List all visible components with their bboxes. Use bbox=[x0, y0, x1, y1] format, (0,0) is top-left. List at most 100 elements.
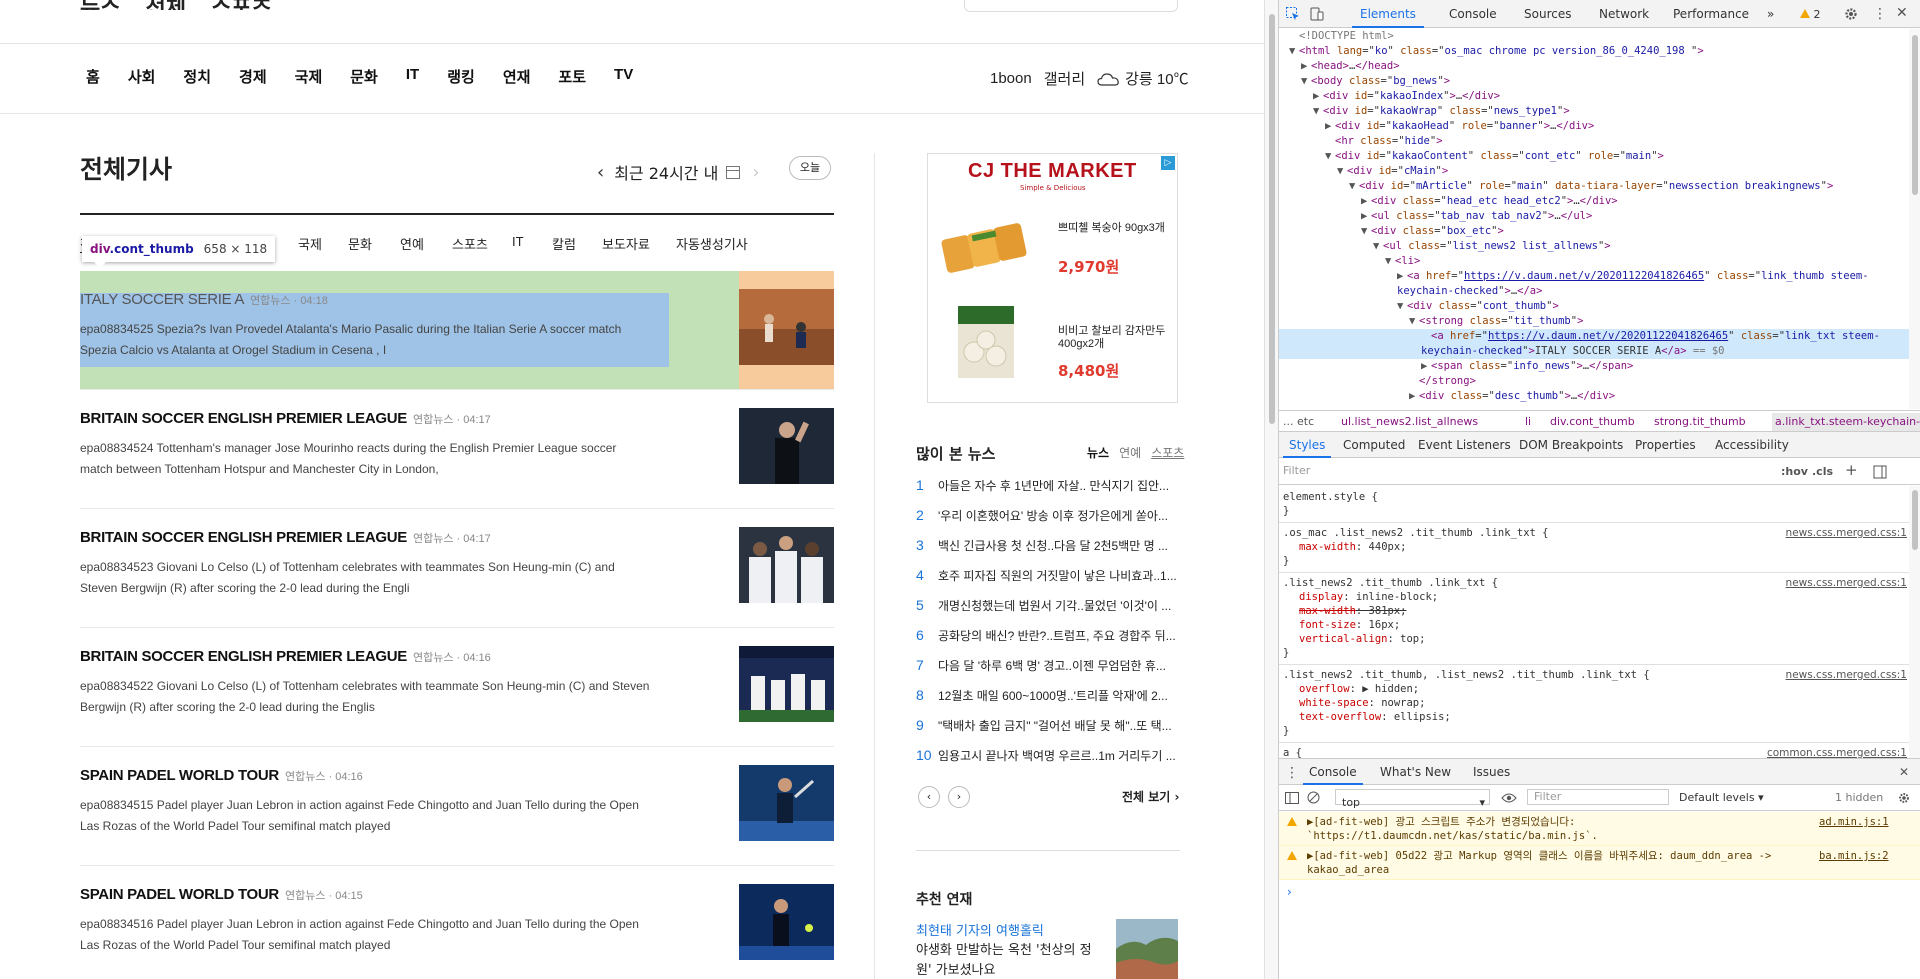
css-property[interactable]: text-overflow: ellipsis; bbox=[1283, 710, 1907, 724]
article-title[interactable]: BRITAIN SOCCER ENGLISH PREMIER LEAGUE bbox=[80, 410, 407, 427]
tab-event-listeners[interactable]: Event Listeners bbox=[1418, 438, 1511, 452]
next-date-icon[interactable]: › bbox=[752, 162, 759, 183]
nav-gallery[interactable]: 갤러리 bbox=[1044, 68, 1085, 89]
console-prompt[interactable]: › bbox=[1287, 885, 1292, 899]
css-property[interactable]: white-space: nowrap; bbox=[1283, 696, 1907, 710]
scrollbar-thumb[interactable] bbox=[1269, 14, 1275, 424]
gear-icon[interactable] bbox=[1843, 6, 1859, 22]
tab-world[interactable]: 국제 bbox=[298, 234, 322, 253]
collapse-arrow-icon[interactable]: ▼ bbox=[1349, 179, 1359, 194]
article-title[interactable]: SPAIN PADEL WORLD TOUR bbox=[80, 886, 279, 903]
article-desc[interactable]: epa08834515 Padel player Juan Lebron in … bbox=[80, 795, 652, 837]
nav-item-tv[interactable]: TV bbox=[614, 66, 633, 87]
breadcrumb-item[interactable]: ... etc bbox=[1283, 415, 1314, 428]
nav-item-it[interactable]: IT bbox=[406, 66, 419, 87]
dom-node[interactable]: ▼ <ul class="list_news2 list_allnews"> bbox=[1279, 239, 1909, 254]
collapse-arrow-icon[interactable]: ▼ bbox=[1289, 44, 1299, 59]
inspect-element-icon[interactable] bbox=[1285, 6, 1301, 22]
css-property[interactable]: display: inline-block; bbox=[1283, 590, 1907, 604]
context-select[interactable]: top ▾ bbox=[1335, 789, 1490, 809]
device-toolbar-icon[interactable] bbox=[1309, 6, 1325, 22]
scrollbar-thumb[interactable] bbox=[1912, 490, 1918, 550]
tab-sources[interactable]: Sources bbox=[1524, 7, 1571, 21]
css-source-link[interactable]: news.css.merged.css:1 bbox=[1786, 668, 1907, 682]
list-item[interactable]: 10 임용고시 끝나자 백여명 우르르..1m 거리두기 ... bbox=[916, 747, 1180, 764]
rank-title[interactable]: 12월초 매일 600~1000명..'트리플 악재'에 2... bbox=[938, 689, 1168, 703]
rank-title[interactable]: 임용고시 끝나자 백여명 우르르..1m 거리두기 ... bbox=[938, 749, 1176, 763]
tab-press[interactable]: 보도자료 bbox=[602, 234, 650, 253]
dom-node[interactable]: ▶ <ul class="tab_nav tab_nav2">…</ul> bbox=[1279, 209, 1909, 224]
console-message-text[interactable]: ▶[ad-fit-web] 광고 스크립트 주소가 변경되었습니다: `http… bbox=[1307, 815, 1797, 843]
clear-console-icon[interactable] bbox=[1307, 791, 1320, 804]
dom-node[interactable]: <hr class="hide"> bbox=[1279, 134, 1909, 149]
article-thumbnail[interactable] bbox=[739, 765, 834, 841]
css-selector[interactable]: .list_news2 .tit_thumb .link_txt {news.c… bbox=[1283, 576, 1907, 590]
console-message-source[interactable]: ad.min.js:1 bbox=[1819, 815, 1889, 829]
expand-arrow-icon[interactable]: ▶ bbox=[1409, 389, 1419, 404]
tab-auto-generated[interactable]: 자동생성기사 bbox=[676, 234, 748, 253]
rank-title[interactable]: "택배차 출입 금지" "걸어선 배달 못 해"..또 택... bbox=[938, 719, 1172, 733]
dom-node[interactable]: ▼ <div id="mArticle" role="main" data-tia… bbox=[1279, 179, 1909, 194]
rank-title[interactable]: 호주 피자집 직원의 거짓말이 낳은 나비효과..1... bbox=[938, 569, 1177, 583]
css-property[interactable]: max-width: 381px; bbox=[1283, 604, 1907, 618]
css-property[interactable]: overflow: ▶ hidden; bbox=[1283, 682, 1907, 696]
tab-properties[interactable]: Properties bbox=[1635, 438, 1696, 452]
css-selector[interactable]: .os_mac .list_news2 .tit_thumb .link_txt… bbox=[1283, 526, 1907, 540]
css-property[interactable]: max-width: 440px; bbox=[1283, 540, 1907, 554]
dom-node[interactable]: ▶ <head>…</head> bbox=[1279, 59, 1909, 74]
prev-date-icon[interactable]: ‹ bbox=[597, 162, 604, 183]
ad-info-icon[interactable]: ▷ bbox=[1161, 156, 1175, 170]
rank-title[interactable]: 백신 긴급사용 첫 신청..다음 달 2천5백만 명 ... bbox=[938, 539, 1168, 553]
expand-arrow-icon[interactable]: ▶ bbox=[1421, 359, 1431, 374]
nav-item-society[interactable]: 사회 bbox=[128, 66, 156, 87]
css-source-link[interactable]: news.css.merged.css:1 bbox=[1786, 576, 1907, 590]
tab-news[interactable]: 뉴스 bbox=[1087, 444, 1109, 461]
nav-item-world[interactable]: 국제 bbox=[295, 66, 323, 87]
css-property[interactable]: font-size: 16px; bbox=[1283, 618, 1907, 632]
article-desc[interactable]: epa08834516 Padel player Juan Lebron in … bbox=[80, 914, 652, 956]
collapse-arrow-icon[interactable]: ▼ bbox=[1397, 299, 1407, 314]
issues-counter[interactable]: 2 bbox=[1800, 8, 1821, 21]
nav-1boon[interactable]: 1boon bbox=[990, 70, 1032, 87]
tab-it[interactable]: IT bbox=[512, 234, 524, 249]
nav-item-home[interactable]: 홈 bbox=[86, 66, 100, 87]
dom-node[interactable]: ▼ <div id="kakaoWrap" class="news_type1"> bbox=[1279, 104, 1909, 119]
nav-item-photo[interactable]: 포토 bbox=[558, 66, 586, 87]
css-property[interactable]: vertical-align: top; bbox=[1283, 632, 1907, 646]
article-desc[interactable]: epa08834523 Giovani Lo Celso (L) of Tott… bbox=[80, 557, 652, 599]
dom-node[interactable]: ▶ <div id="kakaoIndex">…</div> bbox=[1279, 89, 1909, 104]
class-toggle[interactable]: .cls bbox=[1812, 465, 1833, 478]
ad-banner[interactable]: CJ THE MARKET Simple & Delicious ▷ 쁘띠첼 복… bbox=[927, 153, 1178, 403]
console-filter-input[interactable]: Filter bbox=[1527, 789, 1669, 805]
breadcrumb-item[interactable]: a.link_txt.steem-keychain-checked bbox=[1772, 413, 1920, 431]
rank-title[interactable]: 개명신청했는데 법원서 기각..물었던 '이것'이 ... bbox=[938, 599, 1171, 613]
dom-node[interactable]: ▼ <body class="bg_news"> bbox=[1279, 74, 1909, 89]
article-thumbnail[interactable] bbox=[739, 884, 834, 960]
tab-console[interactable]: Console bbox=[1449, 7, 1497, 21]
dom-node[interactable]: ▼ <strong class="tit_thumb"> bbox=[1279, 314, 1909, 329]
tab-column[interactable]: 칼럼 bbox=[552, 234, 576, 253]
list-item[interactable]: 2 '우리 이혼했어요' 방송 이후 정가은에게 쏟아... bbox=[916, 507, 1180, 524]
tab-dom-breakpoints[interactable]: DOM Breakpoints bbox=[1519, 438, 1623, 452]
hover-state-toggle[interactable]: :hov bbox=[1781, 465, 1808, 478]
expand-arrow-icon[interactable]: ▶ bbox=[1361, 194, 1371, 209]
collapse-arrow-icon[interactable]: ▼ bbox=[1373, 239, 1383, 254]
article-title[interactable]: BRITAIN SOCCER ENGLISH PREMIER LEAGUE bbox=[80, 648, 407, 665]
console-message-source[interactable]: ba.min.js:2 bbox=[1819, 849, 1889, 863]
expand-arrow-icon[interactable]: ▶ bbox=[1397, 269, 1407, 284]
list-item[interactable]: 1 아들은 자수 후 1년만에 자살.. 만식지기 집안... bbox=[916, 477, 1180, 494]
article-title[interactable]: ITALY SOCCER SERIE A bbox=[80, 291, 244, 308]
product-image[interactable] bbox=[936, 207, 1036, 279]
dom-node[interactable]: ▶ <div class="desc_thumb">…</div> bbox=[1279, 389, 1909, 404]
dom-node[interactable]: ▼ <div id="cMain"> bbox=[1279, 164, 1909, 179]
dom-node[interactable]: </strong> bbox=[1279, 374, 1909, 389]
rank-title[interactable]: 공화당의 배신? 반란?..트럼프, 주요 경합주 뒤... bbox=[938, 629, 1176, 643]
kebab-menu-icon[interactable]: ⋮ bbox=[1873, 6, 1887, 22]
expand-arrow-icon[interactable]: ▶ bbox=[1313, 89, 1323, 104]
add-rule-icon[interactable]: + bbox=[1845, 461, 1858, 479]
dom-node[interactable]: ▼ <div class="cont_thumb"> bbox=[1279, 299, 1909, 314]
css-selector[interactable]: element.style { bbox=[1283, 490, 1907, 504]
series-desc[interactable]: 야생화 만발하는 옥천 '천상의 정원' 가보셨나요 bbox=[916, 941, 1096, 979]
product-name[interactable]: 비비고 찰보리 감자만두 400gx2개 bbox=[1058, 325, 1173, 351]
list-item[interactable]: 3 백신 긴급사용 첫 신청..다음 달 2천5백만 명 ... bbox=[916, 537, 1180, 554]
